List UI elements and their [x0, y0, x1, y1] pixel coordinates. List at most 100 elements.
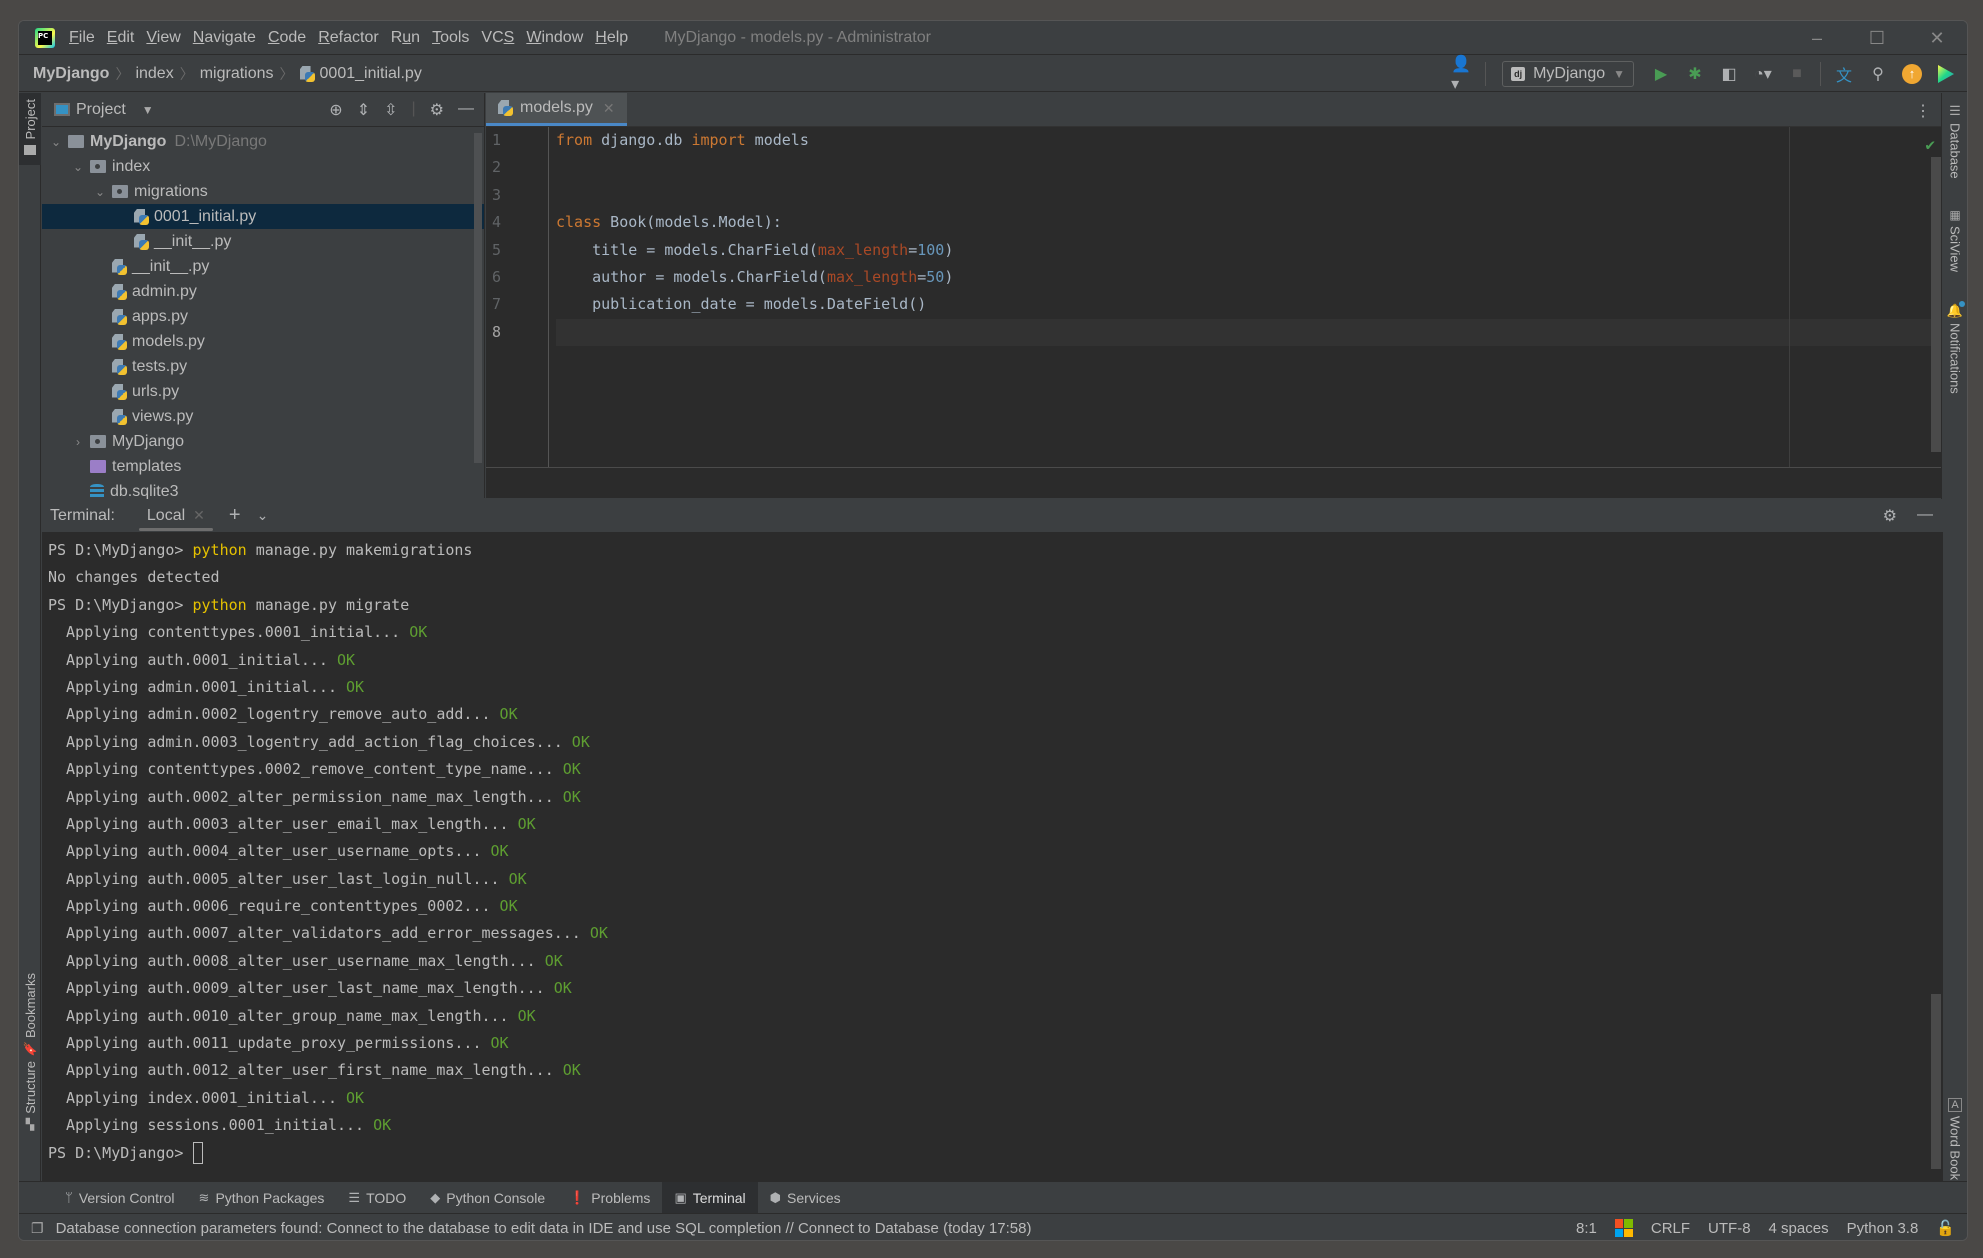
menu-edit[interactable]: Edit	[107, 27, 135, 49]
minimize-button[interactable]: –	[1787, 21, 1847, 55]
close-button[interactable]: ✕	[1907, 21, 1967, 55]
python-interpreter[interactable]: Python 3.8	[1847, 1220, 1919, 1237]
chevron-down-icon[interactable]: ⌄	[92, 185, 108, 199]
terminal-cursor[interactable]	[192, 1142, 203, 1165]
caret-position[interactable]: 8:1	[1576, 1220, 1597, 1237]
breadcrumb-migrations[interactable]: migrations	[200, 65, 274, 83]
terminal-output[interactable]: PS D:\MyDjango> python manage.py makemig…	[42, 533, 1943, 1167]
locate-icon[interactable]: ⊕	[329, 100, 342, 120]
tool-tab-python-console[interactable]: ◆ Python Console	[418, 1182, 557, 1214]
line-ending[interactable]: CRLF	[1651, 1220, 1690, 1237]
file-encoding[interactable]: UTF-8	[1708, 1220, 1751, 1237]
bookmarks-tool-tab[interactable]: Bookmarks 🔖	[19, 973, 41, 1056]
structure-tool-tab[interactable]: Structure ▚	[19, 1061, 41, 1141]
coverage-icon[interactable]: ◧	[1718, 63, 1740, 85]
tree-item-0001-initial-py[interactable]: 0001_initial.py	[42, 204, 484, 229]
wordbook-tool-tab[interactable]: A Word Book	[1942, 1098, 1967, 1180]
terminal-scrollbar[interactable]	[1931, 994, 1941, 1169]
tool-tab-services[interactable]: ⬢ Services	[758, 1182, 853, 1214]
plugin-logo-icon[interactable]	[1935, 63, 1957, 85]
run-icon[interactable]: ▶	[1650, 63, 1672, 85]
project-view-selector[interactable]: Project ▼	[54, 101, 154, 119]
editor-scrollbar[interactable]	[1931, 157, 1941, 452]
tool-tab-label: Problems	[591, 1189, 651, 1206]
tree-item-views-py[interactable]: views.py	[42, 404, 484, 429]
menu-help[interactable]: Help	[595, 27, 628, 49]
maximize-button[interactable]: ☐	[1847, 21, 1907, 55]
tool-tab-terminal[interactable]: ▣ Terminal	[662, 1181, 758, 1214]
project-scrollbar[interactable]	[474, 133, 482, 463]
menu-run[interactable]: Run	[391, 27, 420, 49]
tree-item--init-py[interactable]: __init__.py	[42, 229, 484, 254]
tool-tab-python-packages[interactable]: ≋ Python Packages	[187, 1182, 337, 1214]
close-tab-icon[interactable]: ✕	[193, 507, 205, 524]
run-config-selector[interactable]: dj MyDjango ▼	[1502, 61, 1634, 87]
code-editor[interactable]: 1 2 3 4 5 6 7 8 from django.db import models cla…	[486, 127, 1943, 467]
menu-vcs[interactable]: VCS	[481, 27, 514, 49]
windows-logo-icon[interactable]	[1614, 1219, 1633, 1237]
no-problems-check-icon[interactable]: ✔	[1925, 135, 1935, 154]
translate-icon[interactable]: 文	[1833, 63, 1855, 85]
database-tool-tab[interactable]: ☰ Database	[1942, 103, 1967, 179]
templates-folder-icon	[90, 460, 106, 473]
chevron-right-icon[interactable]: ›	[70, 435, 86, 449]
editor-tab-bar: models.py ✕ ⋮	[486, 93, 1943, 127]
tree-item-admin-py[interactable]: admin.py	[42, 279, 484, 304]
editor-tab-models-py[interactable]: models.py ✕	[486, 93, 627, 126]
new-terminal-icon[interactable]: +	[229, 504, 241, 527]
tool-tab-todo[interactable]: ☰ TODO	[336, 1182, 418, 1214]
menu-navigate[interactable]: Navigate	[193, 27, 256, 49]
update-icon[interactable]: ↑	[1901, 63, 1923, 85]
breadcrumb-project[interactable]: MyDjango	[33, 65, 109, 83]
tree-item--init-py[interactable]: __init__.py	[42, 254, 484, 279]
search-icon[interactable]: ⚲	[1867, 63, 1889, 85]
tool-tab-label: Version Control	[78, 1189, 175, 1206]
chevron-down-icon[interactable]: ⌄	[257, 507, 269, 524]
tree-item-label: templates	[112, 457, 182, 475]
indent-setting[interactable]: 4 spaces	[1769, 1220, 1829, 1237]
terminal-tab-local[interactable]: Local ✕	[138, 499, 213, 533]
menu-window[interactable]: Window	[526, 27, 583, 49]
collapse-all-icon[interactable]: ⇳	[384, 100, 397, 120]
unlock-icon[interactable]: 🔓	[1936, 1219, 1955, 1237]
terminal-prompt: PS D:\MyDjango>	[48, 541, 193, 559]
gear-icon[interactable]: ⚙	[1883, 506, 1897, 526]
tree-item-models-py[interactable]: models.py	[42, 329, 484, 354]
sciview-tool-tab[interactable]: ▦ SciView	[1942, 208, 1967, 272]
menu-view[interactable]: View	[146, 27, 180, 49]
menu-tools[interactable]: Tools	[432, 27, 469, 49]
hide-icon[interactable]: —	[458, 100, 474, 120]
tree-item-migrations[interactable]: ⌄ migrations	[42, 179, 484, 204]
layout-toggle-icon[interactable]: ❐	[31, 1220, 44, 1237]
close-tab-icon[interactable]: ✕	[603, 100, 615, 117]
tool-tab-problems[interactable]: ❗ Problems	[557, 1182, 662, 1214]
user-icon[interactable]: 👤▾	[1451, 56, 1473, 93]
status-message[interactable]: Database connection parameters found: Co…	[56, 1220, 1032, 1237]
project-panel-title: Project	[76, 100, 126, 118]
gear-icon[interactable]: ⚙	[430, 100, 444, 120]
chevron-down-icon[interactable]: ⌄	[48, 135, 64, 149]
tool-tab-version-control[interactable]: ᛘ Version Control	[53, 1182, 187, 1214]
chevron-down-icon[interactable]: ⌄	[70, 160, 86, 174]
tree-item-urls-py[interactable]: urls.py	[42, 379, 484, 404]
profile-icon[interactable]: ◔▾	[1752, 63, 1774, 85]
tree-item-index[interactable]: ⌄ index	[42, 154, 484, 179]
menu-file[interactable]: File	[69, 27, 95, 49]
expand-all-icon[interactable]: ⇕	[357, 100, 370, 120]
tree-item-mydjango[interactable]: › MyDjango	[42, 429, 484, 454]
tree-item-apps-py[interactable]: apps.py	[42, 304, 484, 329]
notifications-tool-tab[interactable]: 🔔 Notifications	[1942, 301, 1967, 394]
hide-icon[interactable]: —	[1917, 506, 1933, 526]
menu-refactor[interactable]: Refactor	[318, 27, 378, 49]
breadcrumb-index[interactable]: index	[135, 65, 173, 83]
tree-item-mydjango[interactable]: ⌄ MyDjango D:\MyDjango	[42, 129, 484, 154]
menu-code[interactable]: Code	[268, 27, 306, 49]
project-tool-tab[interactable]: Project	[19, 93, 41, 165]
code-line: publication_date = models.DateField()	[556, 291, 1943, 318]
stop-icon[interactable]: ■	[1786, 63, 1808, 85]
tree-item-tests-py[interactable]: tests.py	[42, 354, 484, 379]
tree-item-templates[interactable]: templates	[42, 454, 484, 479]
debug-icon[interactable]: ✱	[1684, 63, 1706, 85]
more-options-icon[interactable]: ⋮	[1903, 93, 1943, 126]
breadcrumb-file[interactable]: 0001_initial.py	[300, 65, 422, 83]
